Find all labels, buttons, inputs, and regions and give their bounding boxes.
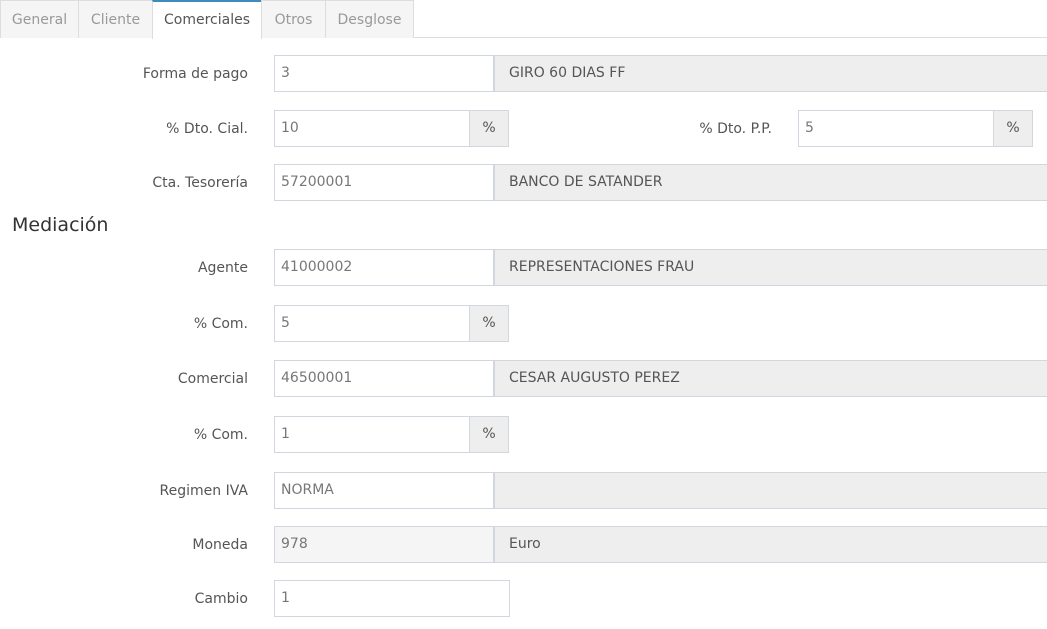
cambio-label: Cambio	[194, 591, 248, 607]
regimen-iva-description	[494, 472, 1047, 509]
forma-pago-input[interactable]: 3	[274, 55, 494, 92]
dto-cial-input[interactable]: 10	[274, 110, 470, 147]
com-comercial-input[interactable]: 1	[274, 416, 470, 453]
regimen-iva-input[interactable]: NORMA	[274, 472, 494, 509]
tab-comerciales[interactable]: Comerciales	[152, 0, 262, 39]
agente-input[interactable]: 41000002	[274, 249, 494, 286]
dto-cial-label: % Dto. Cial.	[166, 121, 248, 137]
cta-tesoreria-description: BANCO DE SATANDER	[494, 164, 1047, 201]
comercial-description: CESAR AUGUSTO PEREZ	[494, 360, 1047, 397]
com-comercial-percent-addon: %	[469, 416, 509, 453]
moneda-description: Euro	[494, 526, 1047, 563]
tab-cliente[interactable]: Cliente	[78, 0, 153, 38]
forma-pago-label: Forma de pago	[142, 66, 248, 82]
cta-tesoreria-label: Cta. Tesorería	[152, 175, 248, 191]
tab-otros[interactable]: Otros	[261, 0, 326, 38]
com-comercial-label: % Com.	[193, 427, 248, 443]
moneda-input[interactable]: 978	[274, 526, 494, 563]
moneda-label: Moneda	[192, 537, 248, 553]
forma-pago-description: GIRO 60 DIAS FF	[494, 55, 1047, 92]
tab-general[interactable]: General	[0, 0, 79, 38]
agente-label: Agente	[197, 260, 248, 276]
dto-pp-label: % Dto. P.P.	[699, 121, 772, 137]
dto-pp-input[interactable]: 5	[798, 110, 994, 147]
agente-description: REPRESENTACIONES FRAU	[494, 249, 1047, 286]
cta-tesoreria-input[interactable]: 57200001	[274, 164, 494, 201]
dto-cial-percent-addon: %	[469, 110, 509, 147]
tab-bar: General Cliente Comerciales Otros Desglo…	[0, 0, 1047, 39]
comercial-label: Comercial	[177, 371, 248, 387]
com-agente-label: % Com.	[193, 316, 248, 332]
regimen-iva-label: Regimen IVA	[159, 483, 248, 499]
cambio-input[interactable]: 1	[274, 580, 510, 617]
dto-pp-percent-addon: %	[993, 110, 1033, 147]
com-agente-percent-addon: %	[469, 305, 509, 342]
mediacion-heading: Mediación	[12, 214, 109, 236]
com-agente-input[interactable]: 5	[274, 305, 470, 342]
comercial-input[interactable]: 46500001	[274, 360, 494, 397]
tab-desglose[interactable]: Desglose	[325, 0, 414, 38]
